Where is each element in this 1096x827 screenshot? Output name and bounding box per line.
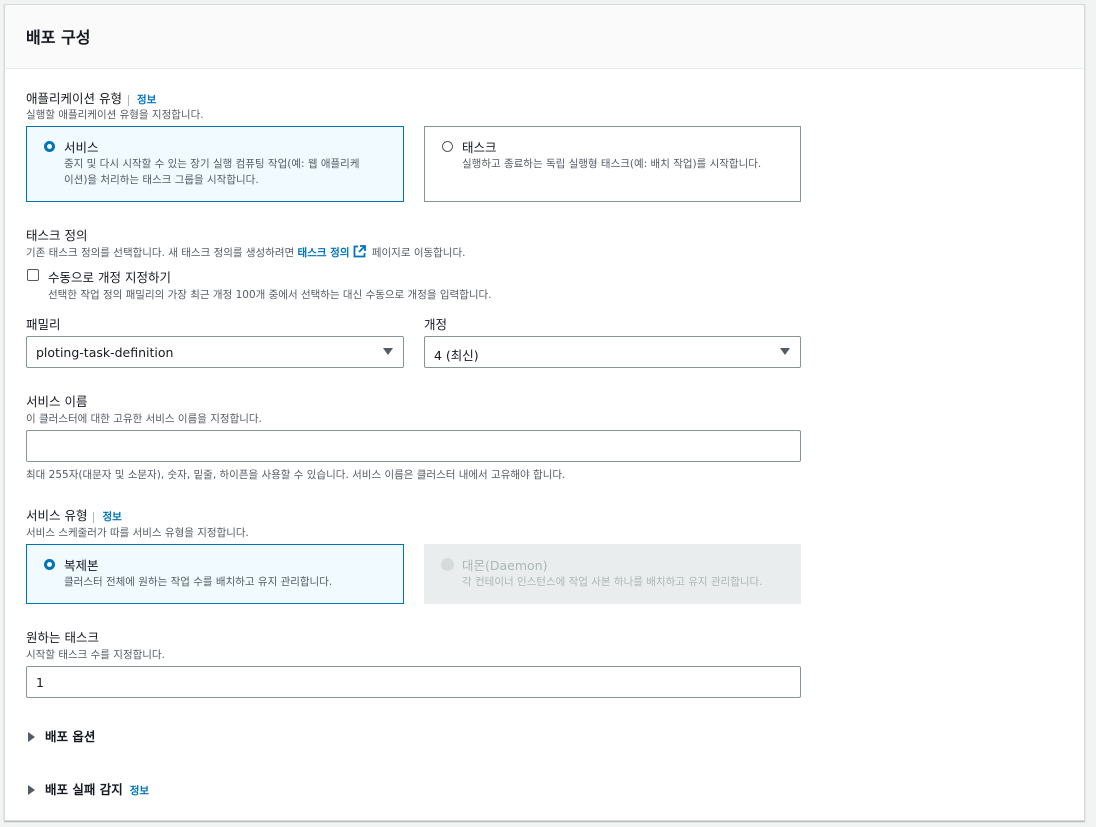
application-type-info-link[interactable]: 정보: [127, 95, 156, 106]
deployment-options-expander[interactable]: 배포 옵션: [28, 726, 95, 745]
service-type-daemon-tile: 대몬(Daemon) 각 컨테이너 인스턴스에 작업 사본 하나를 배치하고 유…: [424, 544, 801, 604]
daemon-title: 대몬(Daemon): [462, 558, 548, 573]
service-type-label: 서비스 유형 정보: [26, 508, 122, 523]
desired-tasks-description: 시작할 태스크 수를 지정합니다.: [26, 649, 165, 661]
application-type-label: 애플리케이션 유형 정보: [26, 91, 157, 106]
manual-revision-label[interactable]: 수동으로 개정 지정하기: [48, 267, 171, 286]
service-radio[interactable]: [44, 141, 55, 152]
task-description: 실행하고 종료하는 독립 실행형 태스크(예: 배치 작업)를 시작합니다.: [462, 158, 762, 170]
replica-description: 클러스터 전체에 원하는 작업 수를 배치하고 유지 관리합니다.: [64, 576, 333, 588]
panel-header: 배포 구성: [5, 5, 1084, 69]
task-definition-label: 태스크 정의: [26, 228, 88, 243]
caret-right-icon: [28, 785, 35, 795]
service-title: 서비스: [64, 140, 99, 155]
external-link-icon[interactable]: [353, 245, 366, 258]
caret-down-icon: [780, 348, 790, 355]
service-name-input[interactable]: [26, 430, 801, 462]
desired-tasks-label: 원하는 태스크: [26, 630, 99, 645]
panel-title: 배포 구성: [26, 28, 91, 47]
revision-select[interactable]: 4 (최신): [424, 336, 801, 368]
replica-radio[interactable]: [44, 559, 55, 570]
deployment-config-panel: 배포 구성 애플리케이션 유형 정보 실행할 애플리케이션 유형을 지정합니다. …: [4, 4, 1085, 821]
application-type-service-tile[interactable]: 서비스 중지 및 다시 시작할 수 있는 장기 실행 컴퓨팅 작업(예: 웹 애…: [26, 126, 404, 202]
family-select[interactable]: ploting-task-definition: [26, 336, 404, 368]
service-name-constraint: 최대 255자(대문자 및 소문자), 숫자, 밑줄, 하이픈을 사용할 수 있…: [26, 469, 566, 481]
service-type-replica-tile[interactable]: 복제본 클러스터 전체에 원하는 작업 수를 배치하고 유지 관리합니다.: [26, 544, 404, 604]
daemon-radio: [441, 558, 454, 571]
revision-label: 개정: [424, 317, 448, 332]
application-type-task-tile[interactable]: 태스크 실행하고 종료하는 독립 실행형 태스크(예: 배치 작업)를 시작합니…: [424, 126, 801, 202]
application-type-description: 실행할 애플리케이션 유형을 지정합니다.: [26, 109, 204, 121]
replica-title: 복제본: [64, 558, 99, 573]
desired-tasks-input[interactable]: 1: [26, 666, 801, 698]
task-definition-description: 기존 태스크 정의를 선택합니다. 새 태스크 정의를 생성하려면 태스크 정의…: [26, 245, 466, 259]
family-label: 패밀리: [26, 317, 61, 332]
task-title: 태스크: [462, 140, 497, 155]
manual-revision-description: 선택한 작업 정의 패밀리의 가장 최근 개정 100개 중에서 선택하는 대신…: [48, 289, 492, 301]
service-description: 중지 및 다시 시작할 수 있는 장기 실행 컴퓨팅 작업(예: 웹 애플리케 …: [64, 158, 360, 186]
task-radio[interactable]: [442, 141, 453, 152]
caret-right-icon: [28, 732, 35, 742]
service-type-description: 서비스 스케줄러가 따를 서비스 유형을 지정합니다.: [26, 527, 249, 539]
failure-detection-expander[interactable]: 배포 실패 감지 정보: [28, 779, 149, 798]
daemon-description: 각 컨테이너 인스턴스에 작업 사본 하나를 배치하고 유지 관리합니다.: [462, 576, 763, 588]
failure-detection-info-link[interactable]: 정보: [130, 785, 149, 797]
task-definition-link[interactable]: 태스크 정의: [298, 247, 350, 259]
service-name-description: 이 클러스터에 대한 고유한 서비스 이름을 지정합니다.: [26, 413, 262, 425]
caret-down-icon: [383, 348, 393, 355]
service-type-info-link[interactable]: 정보: [93, 512, 122, 523]
service-name-label: 서비스 이름: [26, 394, 88, 409]
manual-revision-checkbox[interactable]: [27, 269, 39, 281]
